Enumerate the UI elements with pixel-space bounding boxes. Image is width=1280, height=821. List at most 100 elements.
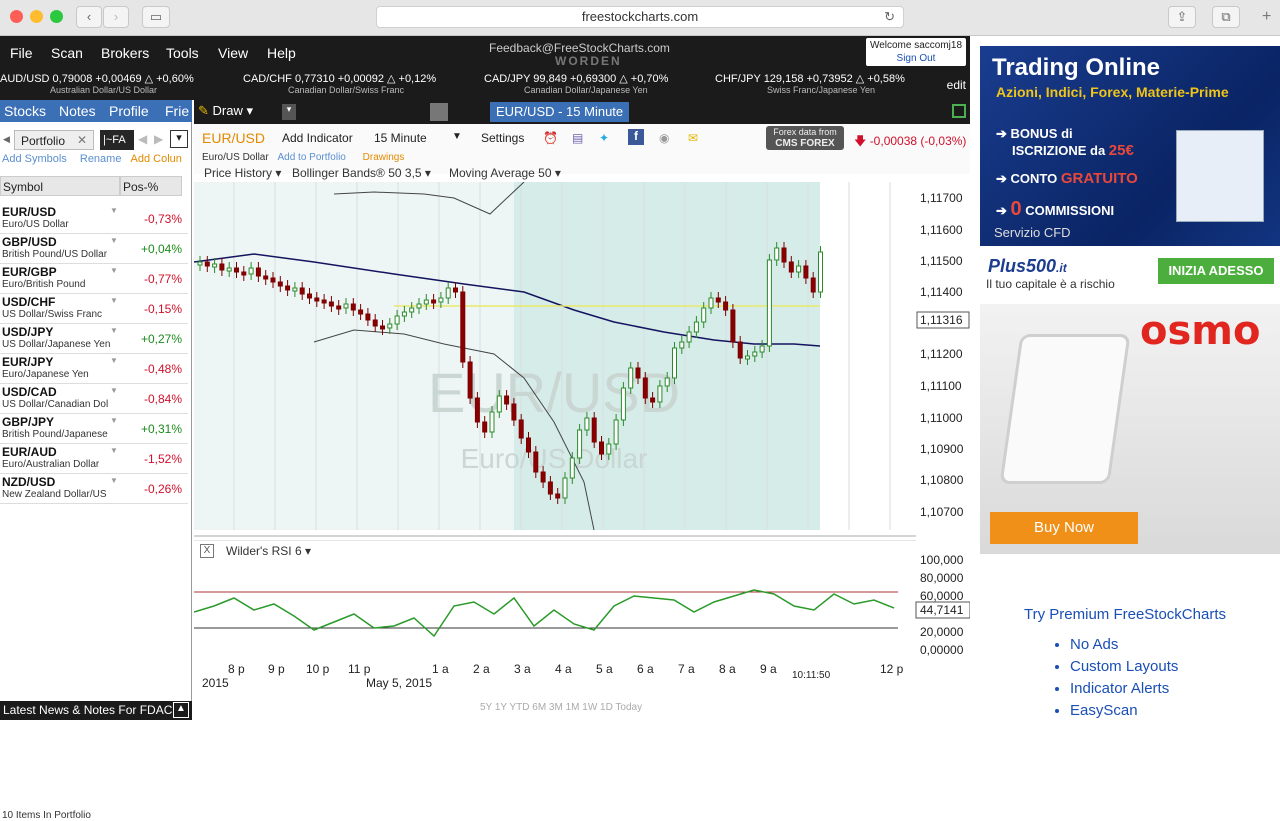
- row-menu-icon[interactable]: ▼: [110, 476, 118, 485]
- camera-icon[interactable]: ◉: [659, 131, 669, 145]
- row-menu-icon[interactable]: ▼: [110, 266, 118, 275]
- menu-scan[interactable]: Scan: [51, 45, 83, 61]
- price-history-indicator[interactable]: Price History ▾: [204, 166, 281, 180]
- tabs-overview-icon[interactable]: ⧉: [1212, 6, 1240, 28]
- tab-menu-icon[interactable]: ▾: [282, 104, 296, 120]
- add-symbols-link[interactable]: Add Symbols: [2, 153, 67, 165]
- portfolio-tab[interactable]: Portfolio ✕: [14, 130, 94, 150]
- rsi-close-icon[interactable]: X: [200, 544, 214, 558]
- draw-button[interactable]: ✎ Draw ▾: [198, 103, 253, 119]
- portfolio-row[interactable]: GBP/USD ▼ British Pound/US Dollar +0,04%: [0, 234, 188, 264]
- new-chart-tab-icon[interactable]: [430, 103, 448, 121]
- feedback-link[interactable]: Feedback@FreeStockCharts.com: [489, 41, 670, 55]
- new-tab-icon[interactable]: +: [1262, 8, 1271, 26]
- osmo-ad[interactable]: osmo Buy Now: [980, 304, 1280, 554]
- portfolio-row[interactable]: EUR/AUD ▼ Euro/Australian Dollar -1,52%: [0, 444, 188, 474]
- share-icon[interactable]: ⇪: [1168, 6, 1196, 28]
- portfolio-row[interactable]: EUR/JPY ▼ Euro/Japanese Yen -0,48%: [0, 354, 188, 384]
- twitter-icon[interactable]: ✦: [599, 131, 609, 145]
- portfolio-row[interactable]: USD/CHF ▼ US Dollar/Swiss Franc -0,15%: [0, 294, 188, 324]
- drawings-link[interactable]: Drawings: [363, 152, 405, 163]
- portfolio-row[interactable]: USD/CAD ▼ US Dollar/Canadian Dol -0,84%: [0, 384, 188, 414]
- address-bar[interactable]: freestockcharts.com ↻: [376, 6, 904, 28]
- back-button[interactable]: ‹: [76, 6, 102, 28]
- menu-brokers[interactable]: Brokers: [101, 45, 149, 61]
- alarm-icon[interactable]: ⏰: [543, 131, 558, 145]
- interval-dropdown-icon[interactable]: ▼: [452, 131, 462, 142]
- interval-select[interactable]: 15 Minute: [374, 131, 427, 145]
- dropdown-icon[interactable]: ▾: [170, 130, 188, 148]
- ad-cta-button[interactable]: INIZIA ADESSO: [1158, 258, 1274, 284]
- portfolio-row[interactable]: USD/JPY ▼ US Dollar/Japanese Yen +0,27%: [0, 324, 188, 354]
- row-menu-icon[interactable]: ▼: [110, 206, 118, 215]
- bookmark-icon[interactable]: ▤: [572, 131, 583, 145]
- premium-title[interactable]: Try Premium FreeStockCharts: [1024, 606, 1226, 623]
- row-menu-icon[interactable]: ▼: [110, 296, 118, 305]
- ticker-item[interactable]: CAD/JPY 99,849 +0,69300 △ +0,70% Canadia…: [484, 72, 668, 95]
- next-tab-icon[interactable]: ▶: [154, 132, 163, 146]
- layout-icon[interactable]: [952, 104, 966, 118]
- premium-feature[interactable]: Indicator Alerts: [1070, 680, 1178, 702]
- row-menu-icon[interactable]: ▼: [110, 326, 118, 335]
- zoom-range-bar[interactable]: 5Y 1Y YTD 6M 3M 1M 1W 1D Today: [480, 702, 642, 713]
- expand-icon[interactable]: ▲: [173, 702, 189, 718]
- row-menu-icon[interactable]: ▼: [110, 236, 118, 245]
- menu-tools[interactable]: Tools: [166, 45, 199, 61]
- minimize-window-button[interactable]: [30, 10, 43, 23]
- trading-online-ad[interactable]: Trading Online Azioni, Indici, Forex, Ma…: [980, 46, 1280, 296]
- row-menu-icon[interactable]: ▼: [110, 446, 118, 455]
- premium-feature[interactable]: Custom Layouts: [1070, 658, 1178, 680]
- rsi-label[interactable]: Wilder's RSI 6 ▾: [226, 544, 311, 558]
- portfolio-row[interactable]: GBP/JPY ▼ British Pound/Japanese +0,31%: [0, 414, 188, 444]
- menu-help[interactable]: Help: [267, 45, 296, 61]
- close-tab-icon[interactable]: ✕: [77, 133, 87, 147]
- symbol-column-header[interactable]: Symbol: [0, 176, 120, 196]
- close-window-button[interactable]: [10, 10, 23, 23]
- pos-pct-column-header[interactable]: Pos-%: [120, 176, 182, 196]
- sidebar-toggle-icon[interactable]: ▭: [142, 6, 170, 28]
- row-menu-icon[interactable]: ▼: [110, 386, 118, 395]
- candle-body: [372, 319, 378, 327]
- portfolio-row[interactable]: EUR/USD ▼ Euro/US Dollar -0,73%: [0, 204, 188, 234]
- forward-button[interactable]: ›: [103, 6, 129, 28]
- row-symbol: EUR/JPY: [2, 355, 54, 369]
- moving-average-indicator[interactable]: Moving Average 50 ▾: [449, 166, 561, 180]
- tab-stocks[interactable]: Stocks: [4, 103, 46, 119]
- ad-bullet-highlight: 0: [1010, 198, 1022, 220]
- row-menu-icon[interactable]: ▼: [110, 356, 118, 365]
- bollinger-indicator[interactable]: Bollinger Bands® 50 3,5 ▾: [292, 166, 431, 180]
- collapse-arrow-icon[interactable]: ◀: [3, 134, 10, 145]
- add-indicator-button[interactable]: Add Indicator: [282, 131, 353, 145]
- add-column-link[interactable]: Add Colun: [131, 153, 182, 165]
- zoom-window-button[interactable]: [50, 10, 63, 23]
- reload-icon[interactable]: ↻: [884, 7, 895, 27]
- menu-file[interactable]: File: [10, 45, 33, 61]
- ticker-item[interactable]: CHF/JPY 129,158 +0,73952 △ +0,58% Swiss …: [715, 72, 905, 95]
- ticker-item[interactable]: CAD/CHF 0,77310 +0,00092 △ +0,12% Canadi…: [243, 72, 436, 95]
- note-icon[interactable]: ✉: [688, 131, 698, 145]
- news-bar[interactable]: Latest News & Notes For FDAC ▲: [0, 701, 192, 720]
- sign-out-link[interactable]: Sign Out: [866, 52, 966, 65]
- chart-tab[interactable]: EUR/USD - 15 Minute: [490, 102, 630, 122]
- tab-friends[interactable]: Frie: [165, 103, 189, 119]
- price-chart[interactable]: EUR/USD Euro/US Dollar 1,11700 1,11600 1,1…: [194, 182, 970, 538]
- row-menu-icon[interactable]: ▼: [110, 416, 118, 425]
- ticker-item[interactable]: AUD/USD 0,79008 +0,00469 △ +0,60% Austra…: [0, 72, 194, 95]
- chart-symbol[interactable]: EUR/USD: [202, 130, 265, 146]
- premium-feature[interactable]: No Ads: [1070, 636, 1178, 658]
- add-to-portfolio-link[interactable]: Add to Portfolio: [277, 152, 345, 163]
- rename-link[interactable]: Rename: [80, 153, 122, 165]
- ticker-edit-link[interactable]: edit: [947, 78, 966, 92]
- fa-tab[interactable]: |~FA: [100, 130, 134, 150]
- tab-profile[interactable]: Profile: [109, 103, 149, 119]
- menu-view[interactable]: View: [218, 45, 248, 61]
- portfolio-row[interactable]: NZD/USD ▼ New Zealand Dollar/US -0,26%: [0, 474, 188, 504]
- settings-button[interactable]: Settings: [481, 131, 524, 145]
- portfolio-row[interactable]: EUR/GBP ▼ Euro/British Pound -0,77%: [0, 264, 188, 294]
- facebook-icon[interactable]: f: [628, 129, 644, 145]
- rsi-panel[interactable]: 100,000 80,0000 60,000044,7141 20,0000 0,000…: [194, 540, 970, 660]
- tab-notes[interactable]: Notes: [59, 103, 96, 119]
- buy-now-button[interactable]: Buy Now: [990, 512, 1138, 544]
- premium-feature[interactable]: EasyScan: [1070, 702, 1178, 724]
- prev-tab-icon[interactable]: ◀: [138, 132, 147, 146]
